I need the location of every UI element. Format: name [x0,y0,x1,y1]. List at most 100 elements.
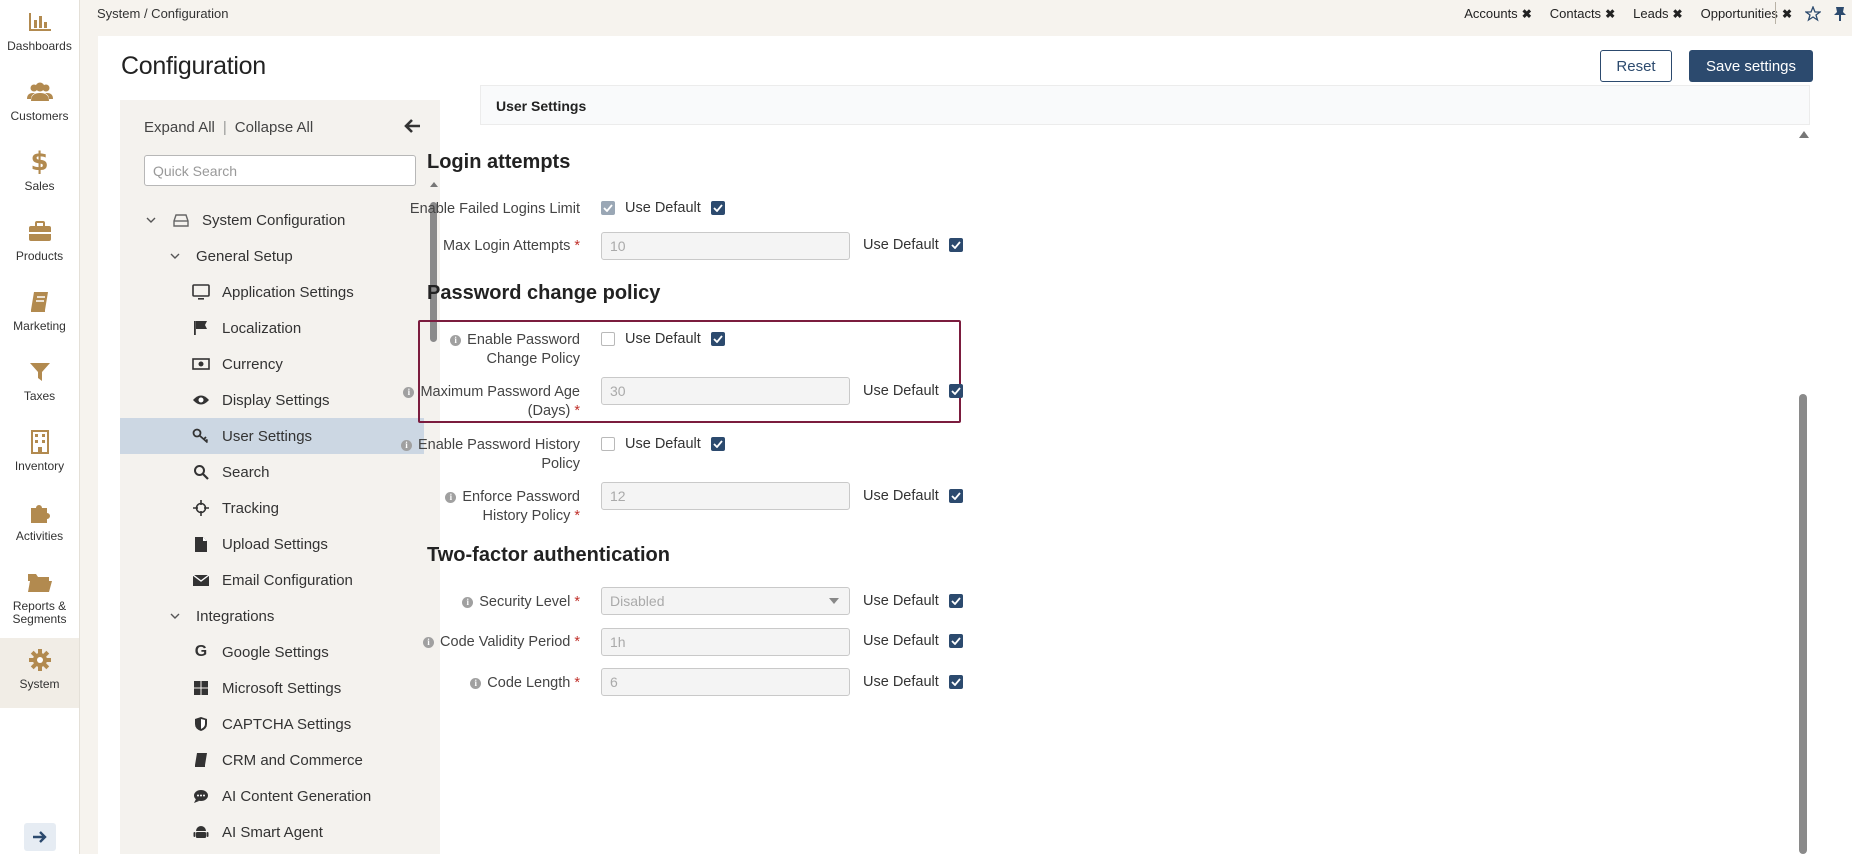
info-icon[interactable]: i [470,678,482,689]
quick-tab-accounts[interactable]: Accounts ✖ [1464,6,1532,21]
info-icon[interactable]: i [462,597,474,608]
divider: | [222,119,227,136]
code-validity-period-input[interactable]: 1h [601,628,850,656]
nav-label: Inventory [14,459,65,473]
enforce-password-history-input[interactable]: 12 [601,482,850,510]
nav-dashboards[interactable]: Dashboards [0,0,79,70]
collapse-panel-button[interactable] [404,118,424,138]
info-icon[interactable]: i [450,335,462,346]
close-icon[interactable]: ✖ [1782,7,1792,21]
enable-failed-logins-checkbox[interactable] [601,201,615,215]
enable-password-change-checkbox[interactable] [601,332,615,346]
quick-tab-leads[interactable]: Leads ✖ [1633,6,1682,21]
nav-sales[interactable]: $ Sales [0,140,79,210]
star-icon[interactable] [1803,4,1823,24]
tree-node-upload-settings[interactable]: Upload Settings [120,526,424,562]
quick-search-input[interactable] [144,155,416,186]
tree-node-ai-content-generation[interactable]: AI Content Generation [120,778,424,814]
field-label-enable-password-change: i Enable Password Change Policy [398,331,580,369]
password-change-controls: Use Default [601,331,725,347]
tree-node-localization[interactable]: Localization [120,310,424,346]
flag-icon [192,319,210,337]
field-label-security-level: i Security Level * [398,593,580,612]
max-login-attempts-input[interactable]: 10 [601,232,850,260]
expand-all-link[interactable]: Expand All [144,119,215,136]
close-icon[interactable]: ✖ [1522,7,1532,21]
use-default-checkbox[interactable] [948,634,963,648]
quick-tab-opportunities[interactable]: Opportunities ✖ [1701,6,1792,21]
reset-button[interactable]: Reset [1600,50,1672,82]
security-level-select[interactable]: Disabled [601,587,850,615]
tree-node-label: System Configuration [202,211,346,229]
enable-password-history-checkbox[interactable] [601,437,615,451]
use-default-label: Use Default [625,436,701,452]
use-default-checkbox[interactable] [948,675,963,689]
section-title-login-attempts: Login attempts [427,151,571,173]
use-default-checkbox[interactable] [948,489,963,503]
nav-reports-segments[interactable]: Reports & Segments [0,560,79,634]
collapse-all-link[interactable]: Collapse All [235,119,313,136]
close-icon[interactable]: ✖ [1673,7,1683,21]
chevron-down-icon[interactable] [168,253,182,259]
pin-icon[interactable] [1830,4,1850,24]
field-label-failed-logins: Enable Failed Logins Limit [398,200,580,219]
users-icon [26,78,54,106]
use-default-checkbox[interactable] [948,238,963,252]
tree-node-search[interactable]: Search [120,454,424,490]
chevron-down-icon[interactable] [144,217,158,223]
use-default-checkbox[interactable] [710,332,725,346]
tree-node-user-settings[interactable]: User Settings [120,418,424,454]
field-label-text: Code Validity Period [440,634,571,650]
scroll-up-icon[interactable] [1798,129,1810,139]
nav-activities[interactable]: Activities [0,490,79,560]
top-bar: System / Configuration Accounts ✖ Contact… [80,0,1852,28]
use-default-label: Use Default [863,633,939,649]
nav-customers[interactable]: Customers [0,70,79,140]
tree-node-application-settings[interactable]: Application Settings [120,274,424,310]
max-password-age-input[interactable]: 30 [601,377,850,405]
tree-node-system-configuration[interactable]: System Configuration [120,202,424,238]
use-default-checkbox[interactable] [948,594,963,608]
use-default-checkbox[interactable] [710,437,725,451]
nav-taxes[interactable]: Taxes [0,350,79,420]
tree-node-microsoft-settings[interactable]: Microsoft Settings [120,670,424,706]
dollar-icon: $ [30,147,49,177]
tree-node-integrations[interactable]: Integrations [120,598,424,634]
content-scrollbar-thumb[interactable] [1799,394,1807,854]
code-length-input[interactable]: 6 [601,668,850,696]
use-default-checkbox[interactable] [948,384,963,398]
tree-node-tracking[interactable]: Tracking [120,490,424,526]
use-default-checkbox[interactable] [710,201,725,215]
close-icon[interactable]: ✖ [1605,7,1615,21]
tree-node-display-settings[interactable]: Display Settings [120,382,424,418]
use-default-control: Use Default [863,633,963,649]
tree-node-label: Upload Settings [222,535,328,553]
nav-system[interactable]: System [0,638,79,708]
tree-node-captcha-settings[interactable]: CAPTCHA Settings [120,706,424,742]
scroll-up-icon[interactable] [429,180,439,188]
tree-node-general-setup[interactable]: General Setup [120,238,424,274]
bar-chart-icon [26,8,54,36]
tree-node-currency[interactable]: Currency [120,346,424,382]
tree-node-email-configuration[interactable]: Email Configuration [120,562,424,598]
divider [1775,2,1776,24]
chevron-down-icon[interactable] [168,613,182,619]
save-settings-button[interactable]: Save settings [1689,50,1813,82]
quick-tab-contacts[interactable]: Contacts ✖ [1550,6,1615,21]
nav-products[interactable]: Products [0,210,79,280]
info-icon[interactable]: i [403,387,415,398]
info-icon[interactable]: i [445,492,457,503]
nav-marketing[interactable]: Marketing [0,280,79,350]
nav-inventory[interactable]: Inventory [0,420,79,490]
puzzle-icon [26,498,54,526]
breadcrumb[interactable]: System / Configuration [97,6,229,21]
required-marker: * [574,675,580,691]
info-icon[interactable]: i [423,637,435,648]
tree-node-ai-smart-agent[interactable]: AI Smart Agent [120,814,424,850]
tree-node-crm-and-commerce[interactable]: CRM and Commerce [120,742,424,778]
chat-icon [192,787,210,805]
expand-nav-button[interactable] [24,823,56,851]
info-icon[interactable]: i [401,440,412,451]
use-default-label: Use Default [863,674,939,690]
tree-node-google-settings[interactable]: G Google Settings [120,634,424,670]
